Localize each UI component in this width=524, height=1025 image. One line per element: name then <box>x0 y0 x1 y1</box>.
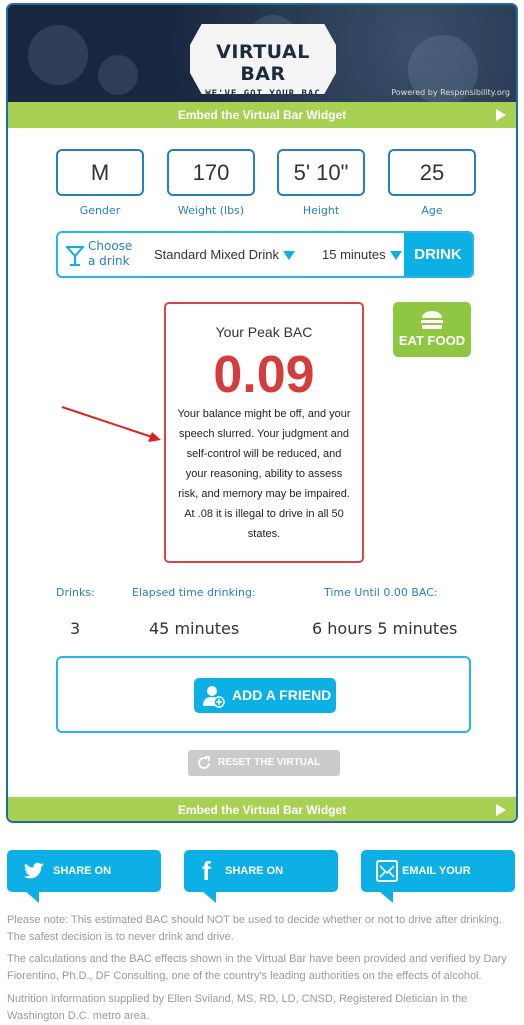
add-friend-button[interactable]: ADD A FRIEND <box>194 678 336 713</box>
eat-food-label: EAT FOOD <box>398 333 466 348</box>
elapsed-value: 45 minutes <box>149 619 240 638</box>
peak-bac-title: Your Peak BAC <box>215 324 313 340</box>
virtual-bar-logo: VIRTUAL BAR WE'VE GOT YOUR BAC <box>190 24 336 94</box>
email-friends-button[interactable]: EMAIL YOUR FRIENDS <box>361 850 515 919</box>
embed-widget-bar-bottom[interactable]: Embed the Virtual Bar Widget <box>8 797 516 821</box>
logo-tagline: WE'VE GOT YOUR BAC <box>205 89 321 99</box>
add-user-icon <box>203 686 225 708</box>
drinks-count: 3 <box>70 619 81 638</box>
eat-food-button[interactable]: EAT FOOD <box>393 302 471 357</box>
facebook-icon: f <box>202 856 211 886</box>
disclaimer-note: Please note: This estimated BAC should N… <box>7 914 502 943</box>
peak-bac-panel: Your Peak BAC 0.09 Your balance might be… <box>164 302 364 563</box>
drink-button[interactable]: DRINK <box>404 233 472 276</box>
calculations-credit: The calculations and the BAC effects sho… <box>7 953 507 982</box>
reset-label: RESET THE VIRTUAL BAR <box>218 757 321 794</box>
add-friend-label: ADD A FRIEND <box>232 687 332 703</box>
choose-drink-label-2: a drink <box>88 254 130 268</box>
choose-drink-label: Choose <box>88 239 133 253</box>
time-until-zero-value: 6 hours 5 minutes <box>312 619 458 638</box>
embed-label: Embed the Virtual Bar Widget <box>177 803 347 817</box>
interval-select[interactable]: 15 minutes <box>322 247 402 262</box>
friends-panel: ADD A FRIEND <box>56 656 471 733</box>
age-field[interactable]: 25 <box>388 149 476 196</box>
peak-bac-value: 0.09 <box>213 346 315 404</box>
email-icon <box>376 860 398 882</box>
height-label: Height <box>302 204 340 217</box>
weight-field[interactable]: 170 <box>167 149 255 196</box>
share-twitter-button[interactable]: SHARE ON TWITTER <box>7 850 161 919</box>
elapsed-label: Elapsed time drinking: <box>132 586 256 599</box>
embed-widget-bar-top[interactable]: Embed the Virtual Bar Widget <box>8 102 516 128</box>
refresh-icon <box>198 756 210 769</box>
embed-label: Embed the Virtual Bar Widget <box>177 108 347 122</box>
drink-selector: Choose a drink Standard Mixed Drink 15 m… <box>56 231 474 278</box>
gender-label: Gender <box>79 204 121 217</box>
cocktail-glass-icon <box>66 246 84 266</box>
nutrition-credit: Nutrition information supplied by Ellen … <box>7 993 468 1022</box>
caret-down-icon <box>389 251 402 261</box>
reset-button[interactable]: RESET THE VIRTUAL BAR <box>188 750 340 794</box>
drink-type-select[interactable]: Standard Mixed Drink <box>154 247 295 262</box>
interval-value: 15 minutes <box>322 247 386 262</box>
powered-by: Powered by Responsibility.org <box>391 88 510 97</box>
header-banner: VIRTUAL BAR WE'VE GOT YOUR BAC Powered b… <box>8 5 516 105</box>
burger-icon <box>421 311 443 329</box>
bac-effects-description: Your balance might be off, and your spee… <box>177 408 351 540</box>
height-field[interactable]: 5' 10" <box>277 149 365 196</box>
drink-type-value: Standard Mixed Drink <box>154 247 279 262</box>
weight-label: Weight (lbs) <box>177 204 245 217</box>
logo-title: VIRTUAL BAR <box>216 41 310 85</box>
caret-down-icon <box>283 251 295 261</box>
age-label: Age <box>421 204 443 217</box>
annotation-arrow <box>61 406 161 442</box>
time-until-zero-label: Time Until 0.00 BAC: <box>324 586 438 599</box>
gender-field[interactable]: M <box>56 149 144 196</box>
play-icon <box>496 109 506 121</box>
twitter-icon <box>24 862 44 879</box>
share-facebook-button[interactable]: f SHARE ON FACEBOOK <box>184 850 338 919</box>
play-icon <box>496 804 506 816</box>
drinks-label: Drinks: <box>56 586 95 599</box>
